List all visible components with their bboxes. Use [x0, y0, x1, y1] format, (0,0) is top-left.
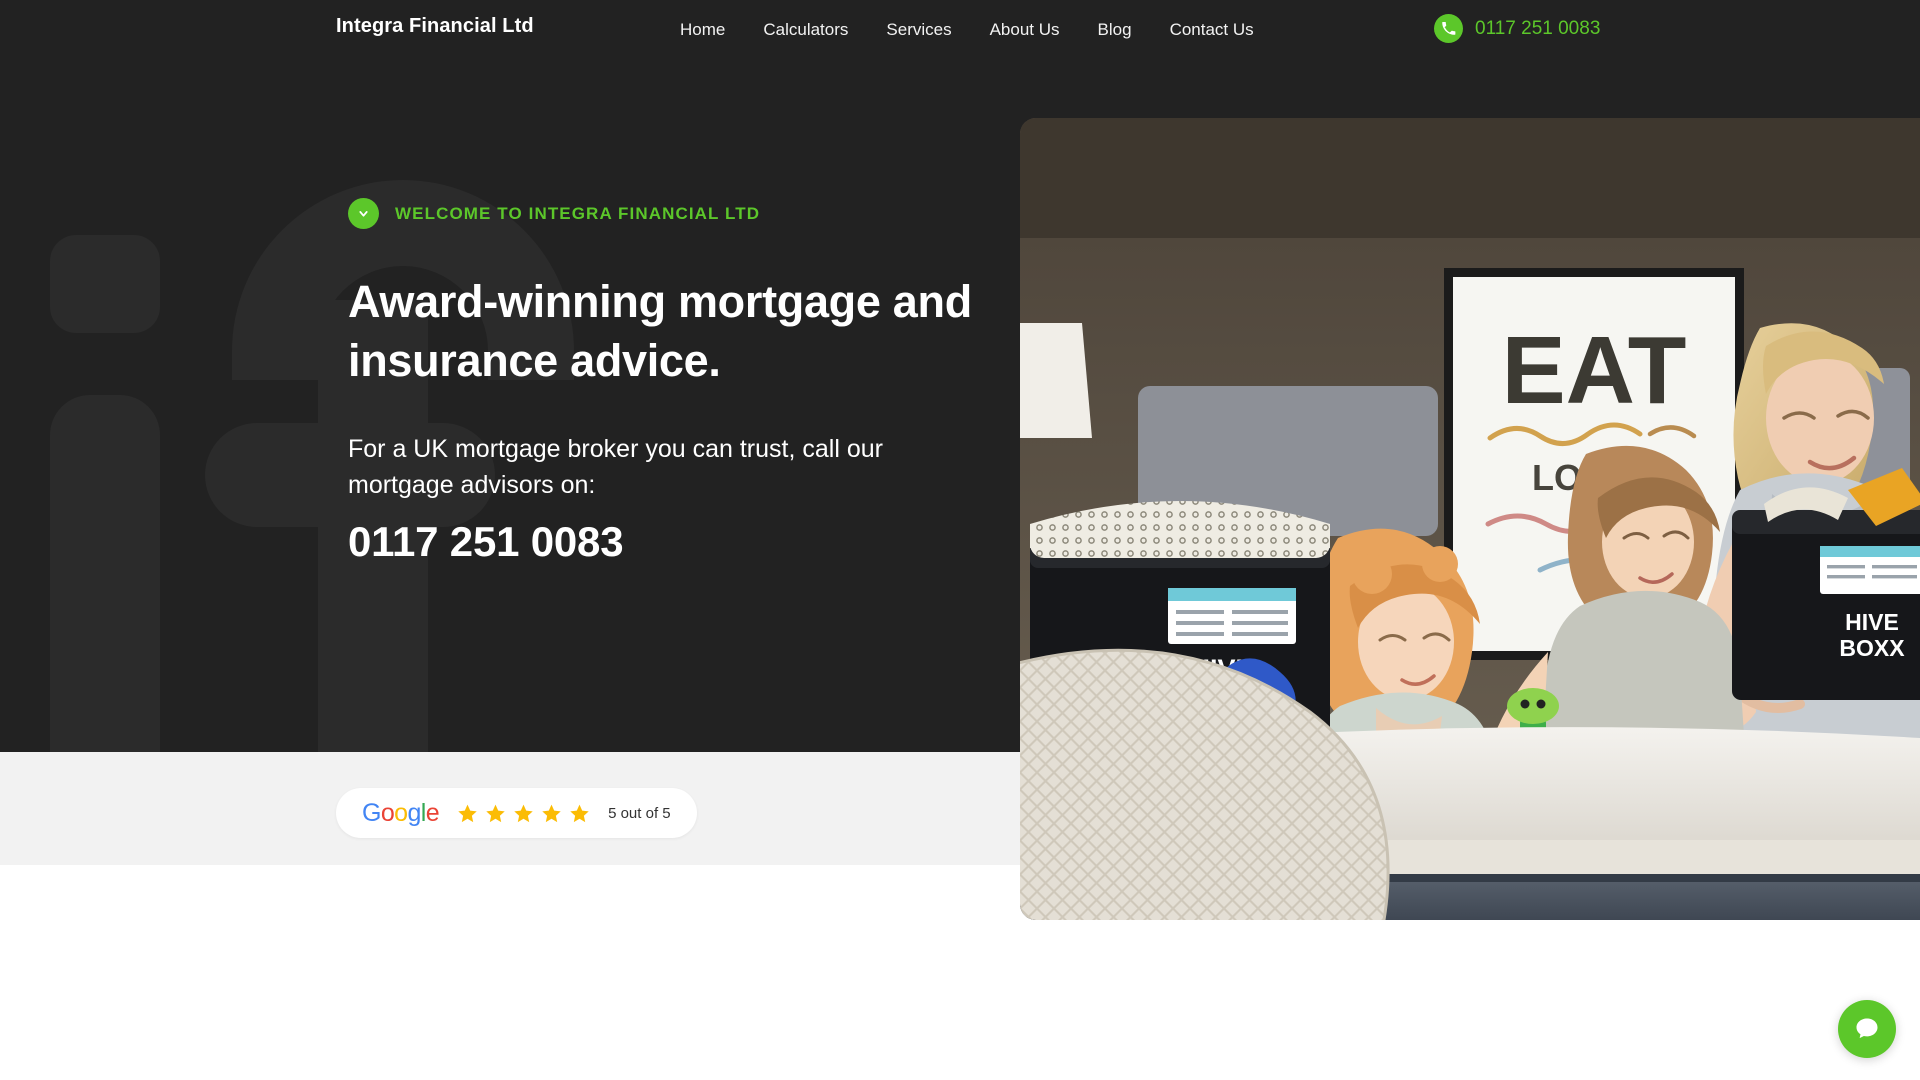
- header-phone-number[interactable]: 0117 251 0083: [1475, 18, 1600, 40]
- nav-item-contact-us[interactable]: Contact Us: [1170, 20, 1254, 40]
- google-logo-letter-e: e: [425, 798, 440, 827]
- hero-eyebrow-label: WELCOME TO INTEGRA FINANCIAL LTD: [395, 203, 761, 223]
- rating-value-label: 5 out of 5: [608, 804, 671, 822]
- hero-content: WELCOME TO INTEGRA FINANCIAL LTD Award-w…: [0, 0, 1020, 752]
- google-logo-letter-o2: o: [394, 798, 408, 827]
- svg-text:HIVE: HIVE: [1845, 609, 1899, 635]
- nav-item-about-us[interactable]: About Us: [990, 20, 1060, 40]
- star-icon: [486, 804, 505, 822]
- hero-photo-family-on-bed: EAT LOCAL Support GROWN: [1020, 118, 1920, 920]
- nav-item-calculators[interactable]: Calculators: [763, 20, 848, 40]
- nav-item-blog[interactable]: Blog: [1098, 20, 1132, 40]
- svg-text:EAT: EAT: [1502, 317, 1687, 424]
- site-brand-logo[interactable]: Integra Financial Ltd: [336, 15, 534, 38]
- nav-item-home[interactable]: Home: [680, 20, 725, 40]
- top-navigation-bar: Integra Financial Ltd Home Calculators S…: [0, 0, 1920, 60]
- google-logo-letter-g1: G: [362, 798, 381, 827]
- star-icon: [570, 804, 589, 822]
- star-icon: [514, 804, 533, 822]
- star-icon: [458, 804, 477, 822]
- chat-widget-button[interactable]: [1838, 1000, 1896, 1058]
- svg-text:BOXX: BOXX: [1839, 635, 1905, 661]
- google-review-badge[interactable]: Google 5 out of 5: [336, 788, 697, 838]
- phone-icon: [1434, 14, 1463, 43]
- google-logo-letter-o1: o: [380, 798, 395, 827]
- primary-nav: Home Calculators Services About Us Blog …: [680, 20, 1254, 40]
- star-icon: [542, 804, 561, 822]
- hero-subheading: For a UK mortgage broker you can trust, …: [348, 435, 883, 499]
- google-logo-letter-g2: g: [407, 798, 421, 827]
- nav-item-services[interactable]: Services: [886, 20, 951, 40]
- header-phone-link[interactable]: 0117 251 0083: [1434, 14, 1600, 43]
- hero-phone-number[interactable]: 0117 251 0083: [348, 518, 624, 566]
- chevron-down-icon: [348, 198, 379, 229]
- google-logo: Google: [362, 798, 440, 827]
- hero-eyebrow: WELCOME TO INTEGRA FINANCIAL LTD: [348, 198, 760, 229]
- page-root: Integra Financial Ltd Home Calculators S…: [0, 0, 1920, 1080]
- hero-heading: Award-winning mortgage and insurance adv…: [348, 276, 972, 387]
- star-rating: [457, 803, 590, 824]
- chat-bubble-icon: [1856, 1018, 1878, 1039]
